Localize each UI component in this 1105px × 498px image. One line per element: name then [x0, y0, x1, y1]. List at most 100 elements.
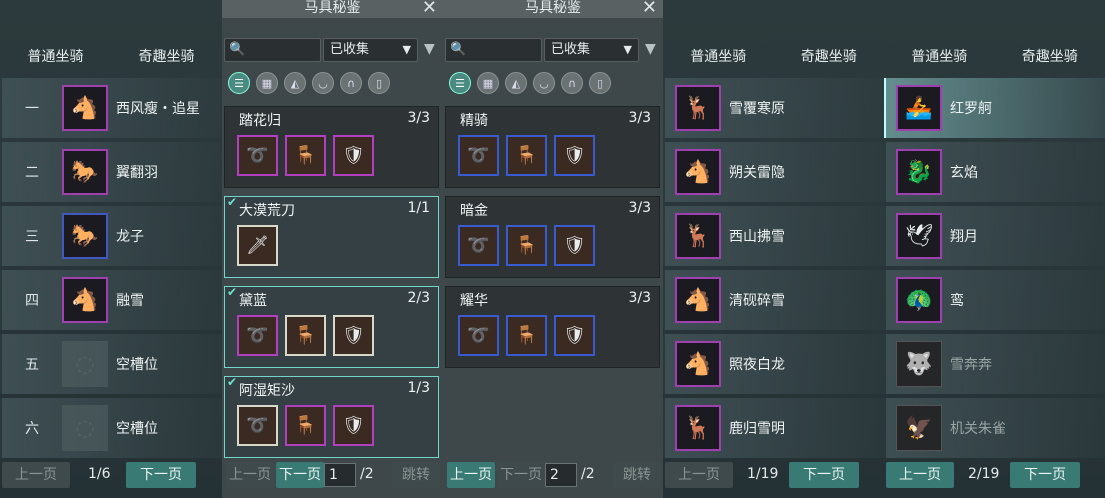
saddle-item-icon[interactable]: 🪑 — [506, 315, 547, 356]
tab-fun-mounts[interactable]: 奇趣坐骑 — [139, 46, 195, 66]
bridle-item-icon[interactable]: ➰ — [237, 315, 278, 356]
mount-row[interactable]: 🐴 朔关雷隐 — [663, 142, 884, 202]
mount-slot-row[interactable]: 一 🐴 西风瘦・追星 — [0, 78, 222, 138]
bridle-item-icon[interactable]: ➰ — [458, 315, 499, 356]
jump-button[interactable]: 跳转 — [613, 462, 661, 488]
stirrup-icon[interactable]: ∩ — [340, 72, 362, 94]
next-page-button[interactable]: 下一页 — [1010, 462, 1080, 488]
close-icon[interactable]: ✕ — [642, 0, 657, 17]
mount-name: 玄焰 — [950, 165, 978, 181]
mount-row[interactable]: 🐴 照夜白龙 — [663, 334, 884, 394]
prev-page-button[interactable]: 上一页 — [886, 462, 954, 488]
search-input[interactable]: 🔍 — [445, 38, 542, 62]
saddle-item-icon[interactable]: 🪑 — [285, 135, 326, 176]
next-page-button[interactable]: 下一页 — [126, 462, 196, 488]
jump-button[interactable]: 跳转 — [392, 462, 440, 488]
tab-fun-mounts[interactable]: 奇趣坐骑 — [1022, 46, 1078, 66]
mount-row-selected[interactable]: 🚣 红罗舸 — [884, 78, 1105, 138]
mount-row[interactable]: 🦅 机关朱雀 — [884, 398, 1105, 458]
bridle-item-icon[interactable]: ➰ — [237, 135, 278, 176]
white-deer-icon: 🦌 — [675, 85, 721, 131]
armor-item-icon[interactable]: 🛡 — [554, 315, 595, 356]
grid-icon[interactable]: ▦ — [477, 72, 499, 94]
prev-page-button[interactable]: 上一页 — [226, 462, 274, 488]
mount-row[interactable]: 🦌 鹿归雪明 — [663, 398, 884, 458]
armor-item-icon[interactable]: 🛡 — [333, 315, 374, 356]
stirrup-icon[interactable]: ∩ — [561, 72, 583, 94]
search-icon: 🔍 — [450, 42, 467, 57]
bridle-item-icon[interactable]: ➰ — [237, 405, 278, 446]
page-number-input[interactable]: 2 — [545, 463, 577, 487]
saddle-item-icon[interactable]: 🪑 — [285, 405, 326, 446]
search-icon: 🔍 — [229, 42, 246, 57]
pager: 上一页 1/6 下一页 — [0, 462, 222, 488]
saddle-icon[interactable]: ◡ — [312, 72, 334, 94]
mount-row[interactable]: 🐺 雪奔奔 — [884, 334, 1105, 394]
bridle-icon[interactable]: ◭ — [284, 72, 306, 94]
armor-item-icon[interactable]: 🛡 — [333, 135, 374, 176]
armor-icon[interactable]: ▯ — [368, 72, 390, 94]
mount-name: 空槽位 — [116, 421, 158, 437]
gear-set-card[interactable]: ✔ 大漠荒刀 1/1 🗡 — [224, 195, 439, 278]
gear-set-card[interactable]: ✔ 阿湿矩沙 1/3 ➰ 🪑 🛡 — [224, 375, 439, 458]
mount-row[interactable]: 🐉 玄焰 — [884, 142, 1105, 202]
prev-page-button[interactable]: 上一页 — [447, 462, 495, 488]
gear-set-card[interactable]: 精骑 3/3 ➰ 🪑 🛡 — [445, 106, 660, 188]
mount-slot-row[interactable]: 四 🐴 融雪 — [0, 270, 222, 330]
gear-set-card[interactable]: 暗金 3/3 ➰ 🪑 🛡 — [445, 196, 660, 278]
list-all-icon[interactable]: ☰ — [449, 72, 471, 94]
next-page-button[interactable]: 下一页 — [276, 462, 324, 488]
mount-row[interactable]: 🕊 翔月 — [884, 206, 1105, 266]
tab-normal-mounts[interactable]: 普通坐骑 — [28, 46, 84, 66]
close-icon[interactable]: ✕ — [422, 0, 437, 17]
tab-fun-mounts[interactable]: 奇趣坐骑 — [801, 46, 857, 66]
bridle-item-icon[interactable]: ➰ — [458, 135, 499, 176]
set-name: 精骑 — [460, 113, 488, 129]
mount-slot-row[interactable]: 二 🐎 翼翻羽 — [0, 142, 222, 202]
check-icon: ✔ — [227, 195, 238, 209]
tab-normal-mounts[interactable]: 普通坐骑 — [690, 46, 746, 66]
blade-item-icon[interactable]: 🗡 — [237, 225, 278, 266]
prev-page-button[interactable]: 上一页 — [2, 462, 70, 488]
saddle-item-icon[interactable]: 🪑 — [506, 225, 547, 266]
bridle-item-icon[interactable]: ➰ — [458, 225, 499, 266]
bridle-icon[interactable]: ◭ — [505, 72, 527, 94]
next-page-button[interactable]: 下一页 — [789, 462, 859, 488]
collection-filter-dropdown[interactable]: 已收集 ▼ — [323, 38, 418, 62]
mount-row[interactable]: 🦚 鸾 — [884, 270, 1105, 330]
list-all-icon[interactable]: ☰ — [228, 72, 250, 94]
armor-item-icon[interactable]: 🛡 — [554, 225, 595, 266]
set-count: 2/3 — [407, 290, 430, 306]
armor-icon[interactable]: ▯ — [589, 72, 611, 94]
saddle-item-icon[interactable]: 🪑 — [506, 135, 547, 176]
next-page-button[interactable]: 下一页 — [497, 462, 545, 488]
search-input[interactable]: 🔍 — [224, 38, 321, 62]
mount-row[interactable]: 🦌 西山拂雪 — [663, 206, 884, 266]
white-horse-icon: 🐴 — [62, 85, 108, 131]
mount-slot-row[interactable]: 三 🐎 龙子 — [0, 206, 222, 266]
gear-set-card[interactable]: ✔ 黛蓝 2/3 ➰ 🪑 🛡 — [224, 285, 439, 368]
gear-set-card[interactable]: 踏花归 3/3 ➰ 🪑 🛡 — [224, 106, 439, 188]
pager: 上一页 2/19 下一页 — [884, 462, 1105, 488]
mount-tabs: 普通坐骑 奇趣坐骑 — [663, 46, 884, 66]
mount-name: 鹿归雪明 — [729, 421, 785, 437]
mount-slot-row[interactable]: 五 ◌ 空槽位 — [0, 334, 222, 394]
collection-filter-dropdown[interactable]: 已收集 ▼ — [544, 38, 639, 62]
page-number-input[interactable]: 1 — [324, 463, 356, 487]
armor-item-icon[interactable]: 🛡 — [333, 405, 374, 446]
filter-icon[interactable]: ▼ — [424, 41, 435, 57]
mount-slot-row[interactable]: 六 ◌ 空槽位 — [0, 398, 222, 458]
tab-normal-mounts[interactable]: 普通坐骑 — [911, 46, 967, 66]
mount-row[interactable]: 🐴 清砚碎雪 — [663, 270, 884, 330]
grid-icon[interactable]: ▦ — [256, 72, 278, 94]
armor-item-icon[interactable]: 🛡 — [554, 135, 595, 176]
filter-icon[interactable]: ▼ — [645, 41, 656, 57]
set-name: 踏花归 — [239, 113, 281, 129]
set-name: 黛蓝 — [239, 293, 267, 309]
saddle-item-icon[interactable]: 🪑 — [285, 315, 326, 356]
mount-row[interactable]: 🦌 雪覆寒原 — [663, 78, 884, 138]
gear-set-card[interactable]: 耀华 3/3 ➰ 🪑 🛡 — [445, 286, 660, 368]
set-name: 阿湿矩沙 — [239, 383, 295, 399]
saddle-icon[interactable]: ◡ — [533, 72, 555, 94]
prev-page-button[interactable]: 上一页 — [665, 462, 733, 488]
